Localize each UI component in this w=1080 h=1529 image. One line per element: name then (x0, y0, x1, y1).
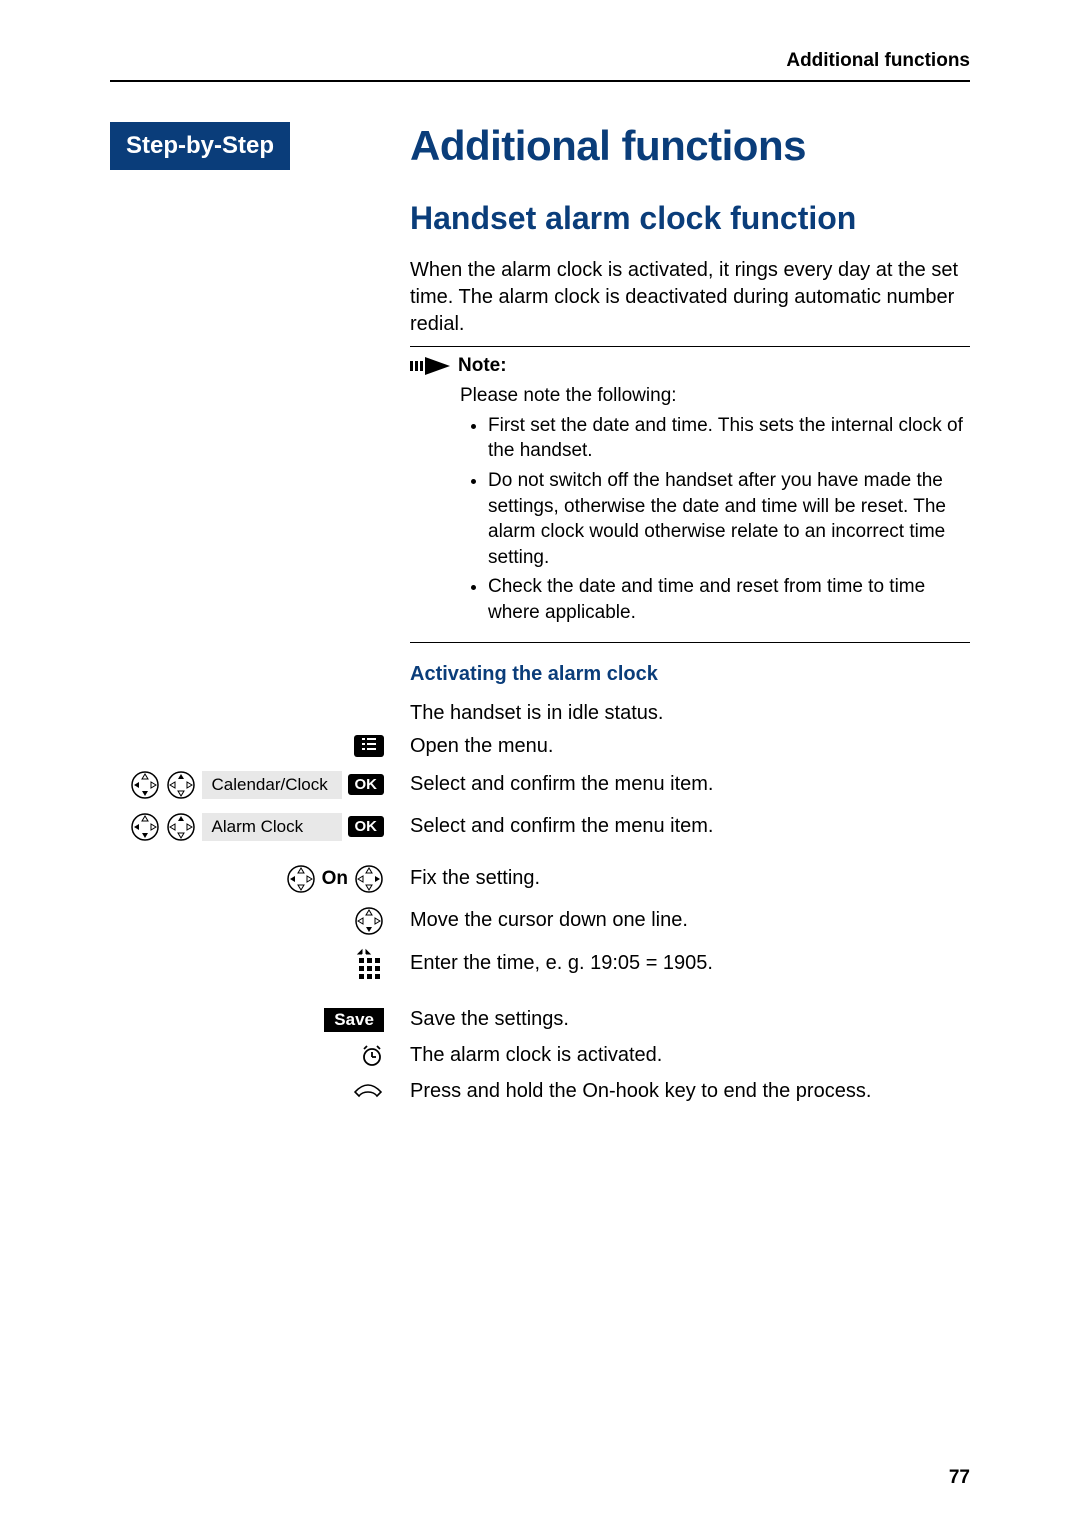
keypad-icon (356, 948, 384, 980)
step-text: Select and confirm the menu item. (390, 815, 970, 838)
page-number: 77 (949, 1467, 970, 1489)
on-label: On (322, 868, 348, 890)
step-text: Save the settings. (390, 1008, 970, 1031)
step-text: Move the cursor down one line. (390, 909, 970, 932)
step-text: Fix the setting. (390, 867, 970, 890)
step-text: Select and confirm the menu item. (390, 773, 970, 796)
menu-selection: Calendar/Clock (202, 771, 342, 799)
step-row: On Fix the setting. (110, 864, 970, 894)
nav-circle-icon (354, 906, 384, 936)
alarm-clock-icon (360, 1044, 384, 1068)
step-row: Calendar/Clock OK Select and confirm the… (110, 770, 970, 800)
ok-button: OK (348, 816, 385, 837)
step-by-step-badge: Step-by-Step (110, 122, 290, 170)
nav-circle-icon (166, 812, 196, 842)
nav-circle-icon (130, 770, 160, 800)
idle-status-text: The handset is in idle status. (410, 700, 970, 727)
step-row: Press and hold the On-hook key to end th… (110, 1080, 970, 1103)
intro-paragraph: When the alarm clock is activated, it ri… (410, 257, 970, 338)
section-title: Handset alarm clock function (410, 200, 970, 237)
note-item: Check the date and time and reset from t… (488, 574, 970, 625)
subsection-title: Activating the alarm clock (410, 663, 970, 686)
note-arrow-icon (410, 357, 450, 375)
running-header: Additional functions (110, 50, 970, 82)
note-lead: Please note the following: (460, 383, 970, 409)
note-block: Note: Please note the following: First s… (410, 346, 970, 643)
nav-circle-icon (166, 770, 196, 800)
note-label: Note: (458, 355, 507, 377)
step-text: The alarm clock is activated. (390, 1044, 970, 1067)
save-button: Save (324, 1008, 384, 1032)
nav-circle-icon (354, 864, 384, 894)
nav-circle-icon (130, 812, 160, 842)
step-row: Open the menu. (110, 735, 970, 758)
menu-icon (354, 735, 384, 757)
page-title: Additional functions (410, 122, 970, 170)
step-row: Alarm Clock OK Select and confirm the me… (110, 812, 970, 842)
note-item: First set the date and time. This sets t… (488, 413, 970, 464)
step-row: Move the cursor down one line. (110, 906, 970, 936)
step-text: Enter the time, e. g. 19:05 = 1905. (390, 952, 970, 975)
step-row: The alarm clock is activated. (110, 1044, 970, 1068)
nav-circle-icon (286, 864, 316, 894)
step-row: Enter the time, e. g. 19:05 = 1905. (110, 948, 970, 980)
note-item: Do not switch off the handset after you … (488, 468, 970, 571)
step-text: Press and hold the On-hook key to end th… (390, 1080, 970, 1103)
ok-button: OK (348, 774, 385, 795)
on-hook-key-icon (352, 1080, 384, 1102)
menu-selection: Alarm Clock (202, 813, 342, 841)
step-row: Save Save the settings. (110, 1008, 970, 1032)
step-text: Open the menu. (390, 735, 970, 758)
